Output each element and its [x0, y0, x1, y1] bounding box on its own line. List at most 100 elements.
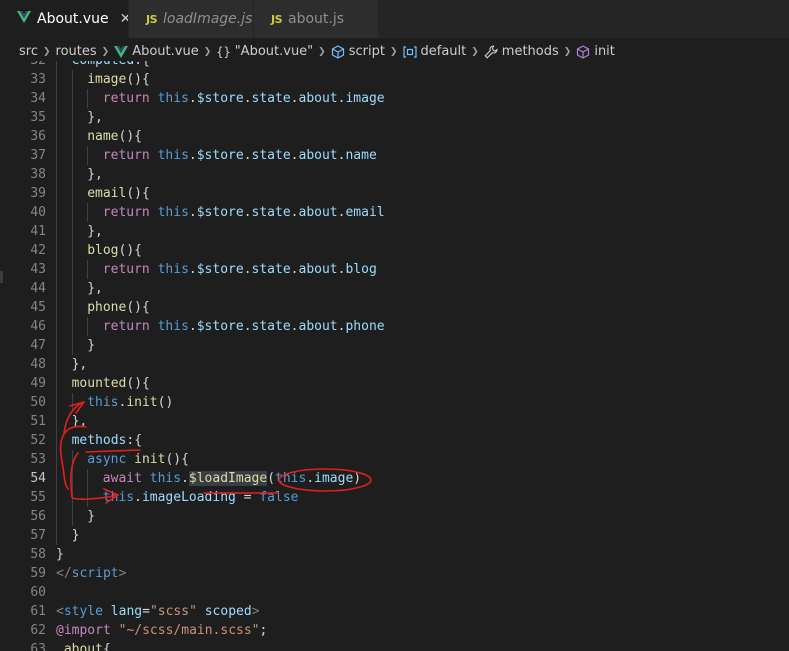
line-number: 59: [30, 566, 46, 581]
vue-icon: [114, 45, 129, 58]
code-token: state: [251, 205, 291, 220]
code-line[interactable]: }: [87, 507, 95, 526]
code-line[interactable]: image(){: [87, 70, 150, 89]
code-token: .: [243, 319, 252, 334]
breadcrumb-item-default[interactable]: default: [402, 44, 466, 59]
code-line[interactable]: async init(){: [87, 450, 189, 469]
indent-guide: [56, 127, 57, 146]
code-editor[interactable]: 32 33 34 35 36 37 38 39 40 41 42 43 44 45 46 47 48 49 50 51…: [0, 61, 789, 651]
line-number: 36: [30, 129, 46, 144]
code-token: (){: [126, 376, 150, 391]
breadcrumb-label: About.vue: [132, 44, 199, 59]
line-number: 62: [30, 623, 46, 638]
line-number: 42: [30, 243, 46, 258]
code-line[interactable]: return this.$store.state.about.phone: [103, 317, 385, 336]
indent-guide: [71, 469, 73, 488]
indent-guide: [56, 526, 57, 545]
code-token: script: [71, 566, 119, 581]
code-line[interactable]: },: [87, 222, 103, 241]
sash-handle[interactable]: [0, 271, 3, 283]
code-line[interactable]: return this.$store.state.about.blog: [103, 260, 377, 279]
code-token: },: [71, 414, 88, 429]
code-line[interactable]: }: [87, 336, 95, 355]
code-line[interactable]: },: [87, 108, 103, 127]
code-token: .: [243, 148, 252, 163]
breadcrumb-item-script[interactable]: script: [331, 44, 385, 59]
code-token: </: [56, 566, 72, 581]
chevron-right-icon: ❯: [563, 46, 572, 57]
code-token: $store: [196, 205, 244, 220]
breadcrumb-item-about-vue[interactable]: About.vue: [114, 44, 199, 59]
code-token: init: [134, 452, 166, 467]
code-line[interactable]: this.imageLoading = false: [103, 488, 299, 507]
line-number: 47: [30, 338, 46, 353]
breadcrumb-item-src[interactable]: src: [19, 44, 38, 59]
tab-about-vue[interactable]: About.vue ✕: [0, 0, 129, 38]
code-line[interactable]: </script>: [56, 564, 126, 583]
code-token: this: [102, 490, 135, 505]
indent-guide: [71, 488, 73, 507]
line-number: 45: [30, 300, 46, 315]
indent-guide: [56, 260, 57, 279]
code-line[interactable]: methods:{: [72, 431, 142, 450]
line-number: 39: [30, 186, 46, 201]
code-token: scoped: [196, 604, 252, 619]
code-line[interactable]: await this.$loadImage(this.image): [103, 469, 361, 488]
code-line[interactable]: email(){: [87, 184, 150, 203]
code-line[interactable]: .about{: [56, 640, 111, 651]
code-line[interactable]: return this.$store.state.about.image: [103, 89, 385, 108]
code-token: await: [102, 471, 150, 486]
cube-icon: [576, 44, 590, 59]
line-number: 38: [30, 167, 46, 182]
indent-guide: [56, 222, 57, 241]
code-line[interactable]: return this.$store.state.about.email: [103, 203, 385, 222]
code-line[interactable]: }: [56, 545, 64, 564]
code-line[interactable]: }: [72, 526, 80, 545]
js-icon: JS: [146, 12, 158, 26]
indent-guide: [56, 412, 57, 431]
breadcrumb-item-about-vue[interactable]: {} "About.vue": [216, 44, 313, 59]
code-line[interactable]: phone(){: [87, 298, 150, 317]
breadcrumb-item-methods[interactable]: methods: [484, 44, 559, 59]
code-token: about: [298, 319, 338, 334]
code-token: style: [63, 604, 111, 619]
tab-label: about.js: [288, 11, 345, 27]
indent-guide: [71, 203, 73, 222]
code-line[interactable]: },: [72, 355, 88, 374]
code-line[interactable]: name(){: [87, 127, 142, 146]
tab-loadimage-js[interactable]: JS loadImage.js: [129, 0, 254, 38]
code-token: imageLoading: [141, 490, 236, 505]
code-area[interactable]: computed:{image(){return this.$store.sta…: [56, 61, 789, 651]
code-line[interactable]: blog(){: [87, 241, 142, 260]
code-token: return: [102, 205, 158, 220]
line-number: 40: [30, 205, 46, 220]
code-line[interactable]: mounted(){: [72, 374, 150, 393]
code-line[interactable]: },: [87, 279, 103, 298]
code-token: .: [290, 205, 299, 220]
close-icon[interactable]: ✕: [120, 11, 128, 27]
code-token: $store: [196, 91, 244, 106]
tab-about-js[interactable]: JS about.js: [254, 0, 379, 38]
breadcrumb-item-routes[interactable]: routes: [56, 44, 97, 59]
code-line[interactable]: },: [72, 412, 88, 431]
indent-guide: [71, 146, 73, 165]
indent-guide: [71, 165, 73, 184]
breadcrumb-item-init[interactable]: init: [576, 44, 615, 59]
code-token: about: [298, 262, 338, 277]
chevron-right-icon: ❯: [101, 46, 110, 57]
code-token: .: [134, 490, 142, 505]
code-token: this: [149, 471, 182, 486]
code-token: (: [267, 471, 276, 486]
line-number: 48: [30, 357, 46, 372]
code-token: "~/scss/main.scss": [118, 623, 260, 638]
code-token: (){: [118, 129, 142, 144]
code-line[interactable]: this.init(): [87, 393, 173, 412]
code-line[interactable]: <style lang="scss" scoped>: [56, 602, 260, 621]
code-token: },: [87, 281, 103, 296]
code-line[interactable]: computed:{: [72, 61, 150, 70]
code-line[interactable]: return this.$store.state.about.name: [103, 146, 377, 165]
code-line[interactable]: @import "~/scss/main.scss";: [56, 621, 267, 640]
code-line[interactable]: },: [87, 165, 103, 184]
code-token: state: [251, 91, 291, 106]
code-token: <: [56, 604, 64, 619]
